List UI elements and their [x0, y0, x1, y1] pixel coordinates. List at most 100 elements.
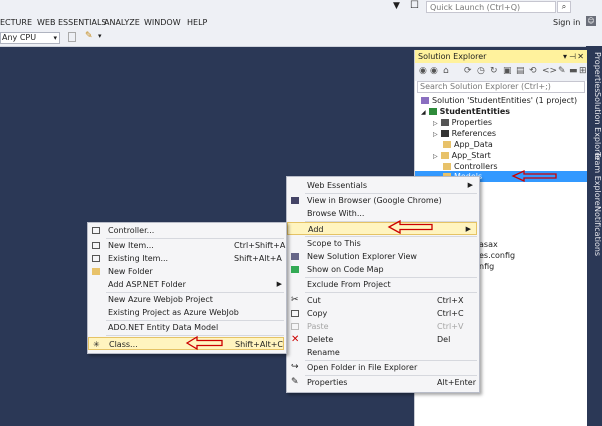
expand-icon[interactable]: ◢: [421, 109, 426, 116]
autohide-icon[interactable]: ⊣: [569, 50, 576, 63]
refresh-icon[interactable]: ↻: [490, 66, 498, 76]
class-view-icon[interactable]: ⊞: [579, 66, 587, 76]
wrench-icon: ✎: [291, 377, 299, 387]
solution-explorer-search[interactable]: Search Solution Explorer (Ctrl+;): [417, 81, 585, 93]
open-folder-icon: ↪: [291, 362, 299, 372]
side-tabs: Properties Solution Explorer Team Explor…: [586, 46, 602, 426]
submenu-arrow-icon: ▶: [276, 280, 282, 288]
platform-dropdown[interactable]: Any CPU ▾: [0, 32, 60, 44]
attach-icon[interactable]: ✎: [85, 31, 93, 41]
search-icon[interactable]: ⌕: [557, 1, 571, 13]
chevron-down-icon: ▾: [53, 34, 57, 42]
menu-item-paste[interactable]: Paste Ctrl+V: [287, 320, 479, 333]
menu-bar: ECTURE WEB ESSENTIALS ANALYZE WINDOW HEL…: [0, 0, 602, 30]
tree-item-references[interactable]: ▷ References: [433, 128, 496, 139]
feedback-icon[interactable]: ☐: [410, 0, 419, 11]
tab-solution-explorer[interactable]: Solution Explorer: [586, 92, 602, 160]
menu-item-exclude-from-project[interactable]: Exclude From Project: [287, 278, 479, 291]
menu-item-web-essentials[interactable]: Web Essentials ▶: [287, 179, 479, 192]
menu-item-scope-to-this[interactable]: Scope to This: [287, 237, 479, 250]
menu-item-cut[interactable]: ✂ Cut Ctrl+X: [287, 294, 479, 307]
menu-window[interactable]: WINDOW: [144, 18, 181, 27]
controller-icon: [92, 227, 100, 234]
tree-item-project[interactable]: ◢ StudentEntities: [421, 106, 510, 117]
collapse-all-icon[interactable]: ▣: [503, 66, 512, 76]
forward-icon[interactable]: ◉: [430, 66, 438, 76]
preview-icon[interactable]: ▬: [569, 66, 578, 76]
quick-launch-input[interactable]: Quick Launch (Ctrl+Q): [426, 1, 556, 13]
tree-item-properties[interactable]: ▷ Properties: [433, 117, 492, 128]
scissors-icon: ✂: [291, 295, 299, 305]
new-view-icon: [291, 253, 299, 260]
sync-icon[interactable]: ⟳: [464, 66, 472, 76]
menu-item-show-on-code-map[interactable]: Show on Code Map: [287, 263, 479, 276]
pin-icon[interactable]: ▾: [563, 50, 567, 63]
sign-in-link[interactable]: Sign in: [553, 18, 580, 27]
menu-item-add[interactable]: Add ▶: [287, 222, 477, 235]
menu-web-essentials[interactable]: WEB ESSENTIALS: [37, 18, 107, 27]
class-icon: ✳: [93, 340, 100, 349]
tree-item-web-config[interactable]: nfig: [479, 261, 494, 272]
menu-item-open-folder[interactable]: ↪ Open Folder in File Explorer: [287, 361, 479, 374]
search-placeholder: Search Solution Explorer (Ctrl+;): [420, 82, 551, 91]
filter-icon[interactable]: ▼: [393, 1, 400, 11]
submenu-item-existing-project-webjob[interactable]: Existing Project as Azure WebJob: [88, 306, 286, 319]
menu-item-properties[interactable]: ✎ Properties Alt+Enter: [287, 376, 479, 389]
existing-item-icon: [92, 255, 100, 262]
menu-item-delete[interactable]: ✕ Delete Del: [287, 333, 479, 346]
tree-item-solution[interactable]: Solution 'StudentEntities' (1 project): [421, 95, 577, 106]
solution-explorer-title-text: Solution Explorer: [418, 52, 487, 61]
tab-properties[interactable]: Properties: [586, 52, 602, 92]
tab-notifications[interactable]: Notifications: [586, 206, 602, 256]
new-item-icon: [92, 242, 100, 249]
submenu-item-new-folder[interactable]: New Folder: [88, 265, 286, 278]
home-icon[interactable]: ⌂: [443, 66, 449, 76]
solution-explorer-title: Solution Explorer ▾ ⊣ ✕: [415, 50, 587, 63]
collapse-arrow-icon[interactable]: ▷: [433, 153, 438, 160]
submenu-arrow-icon: ▶: [467, 181, 473, 189]
close-icon[interactable]: ✕: [577, 50, 584, 63]
submenu-item-controller[interactable]: Controller...: [88, 224, 286, 237]
refresh-view-icon[interactable]: ⟲: [529, 66, 537, 76]
project-icon: [428, 108, 437, 115]
menu-item-browse-with[interactable]: Browse With...: [287, 207, 479, 220]
folder-icon: [440, 152, 449, 159]
back-icon[interactable]: ◉: [419, 66, 427, 76]
view-code-icon[interactable]: <>: [542, 66, 557, 76]
properties-wrench-icon[interactable]: ✎: [558, 66, 566, 76]
red-arrow-add: [387, 219, 433, 235]
paste-icon: [291, 323, 299, 330]
user-icon[interactable]: ☺: [586, 16, 596, 26]
submenu-item-ado-net-model[interactable]: ADO.NET Entity Data Model: [88, 321, 286, 334]
delete-icon: ✕: [291, 334, 300, 345]
history-icon[interactable]: ◷: [477, 66, 485, 76]
page-icon[interactable]: [68, 32, 76, 42]
references-icon: [440, 130, 449, 137]
menu-analyze[interactable]: ANALYZE: [104, 18, 140, 27]
submenu-item-existing-item[interactable]: Existing Item... Shift+Alt+A: [88, 252, 286, 265]
menu-item-copy[interactable]: Copy Ctrl+C: [287, 307, 479, 320]
submenu-item-new-azure-webjob[interactable]: New Azure Webjob Project: [88, 293, 286, 306]
menu-item-new-solution-explorer-view[interactable]: New Solution Explorer View: [287, 250, 479, 263]
toolbar-overflow-icon[interactable]: ▾: [98, 32, 102, 40]
tree-item-app-data[interactable]: App_Data: [443, 139, 493, 150]
menu-item-rename[interactable]: Rename: [287, 346, 479, 359]
menu-help[interactable]: HELP: [187, 18, 207, 27]
collapse-arrow-icon[interactable]: ▷: [433, 120, 438, 127]
add-submenu: Controller... New Item... Ctrl+Shift+A E…: [87, 222, 287, 354]
menu-item-view-in-browser[interactable]: View in Browser (Google Chrome): [287, 194, 479, 207]
submenu-arrow-icon: ▶: [465, 225, 471, 233]
submenu-item-add-aspnet-folder[interactable]: Add ASP.NET Folder ▶: [88, 278, 286, 291]
wrench-icon: [440, 119, 449, 126]
folder-icon: [92, 268, 100, 275]
collapse-arrow-icon[interactable]: ▷: [433, 131, 438, 138]
submenu-item-new-item[interactable]: New Item... Ctrl+Shift+A: [88, 239, 286, 252]
solution-explorer-toolbar: ◉ ◉ ⌂ ⟳ ◷ ↻ ▣ ▤ ⟲ <> ✎ ▬ ⊞: [415, 63, 587, 81]
tab-team-explorer[interactable]: Team Explorer: [586, 152, 602, 209]
menu-architecture[interactable]: ECTURE: [0, 18, 32, 27]
tree-item-global-asax[interactable]: asax: [479, 239, 498, 250]
tree-item-app-start[interactable]: ▷ App_Start: [433, 150, 491, 161]
browser-icon: [291, 197, 299, 204]
tree-item-packages-config[interactable]: es.config: [479, 250, 515, 261]
show-all-files-icon[interactable]: ▤: [516, 66, 525, 76]
